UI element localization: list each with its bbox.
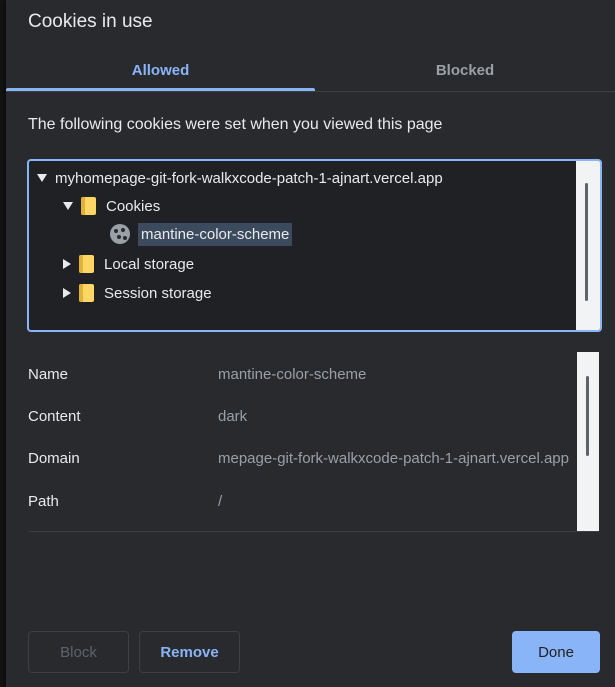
detail-value: / — [218, 493, 223, 510]
cookies-label: Cookies — [106, 197, 161, 215]
site-label: myhomepage-git-fork-walkxcode-patch-1-aj… — [55, 169, 443, 187]
tree-node-site[interactable]: myhomepage-git-fork-walkxcode-patch-1-aj… — [37, 165, 443, 191]
folder-icon — [81, 197, 96, 215]
cookies-dialog: Cookies in use Allowed Blocked The follo… — [6, 0, 615, 687]
folder-icon — [79, 255, 94, 273]
tab-selected-indicator — [6, 88, 315, 91]
local-storage-label: Local storage — [104, 255, 195, 273]
remove-button[interactable]: Remove — [139, 631, 240, 673]
expand-arrow-icon[interactable] — [37, 174, 47, 182]
session-storage-label: Session storage — [104, 284, 212, 302]
tree-node-session-storage[interactable]: Session storage — [63, 280, 212, 306]
tab-blocked[interactable]: Blocked — [315, 50, 615, 90]
collapse-arrow-icon[interactable] — [63, 288, 71, 298]
cookie-icon — [110, 224, 130, 244]
detail-value: mantine-color-scheme — [218, 366, 367, 383]
done-button[interactable]: Done — [512, 631, 600, 673]
cookie-tree[interactable]: myhomepage-git-fork-walkxcode-patch-1-aj… — [27, 159, 602, 332]
detail-row-domain: Domain mepage-git-fork-walkxcode-patch-1… — [28, 450, 578, 470]
tree-node-local-storage[interactable]: Local storage — [63, 251, 194, 277]
block-button[interactable]: Block — [28, 631, 129, 673]
tab-allowed[interactable]: Allowed — [6, 50, 315, 90]
detail-key: Name — [28, 366, 69, 383]
detail-key: Domain — [28, 450, 80, 467]
collapse-arrow-icon[interactable] — [63, 259, 71, 269]
detail-row-name: Name mantine-color-scheme — [28, 366, 578, 386]
detail-row-path: Path / — [28, 493, 578, 513]
detail-value: mepage-git-fork-walkxcode-patch-1-ajnart… — [218, 450, 569, 467]
folder-icon — [79, 284, 94, 302]
details-scrollbar[interactable] — [577, 352, 599, 531]
detail-key: Path — [28, 493, 59, 510]
detail-key: Content — [28, 408, 81, 425]
tree-scrollbar[interactable] — [576, 161, 600, 330]
tab-bar: Allowed Blocked — [6, 50, 615, 92]
tree-node-cookies[interactable]: Cookies — [63, 193, 160, 219]
cookie-item-label: mantine-color-scheme — [138, 222, 293, 246]
tree-scrollbar-thumb[interactable] — [585, 183, 588, 301]
detail-row-content: Content dark — [28, 408, 578, 428]
tree-node-cookie-item[interactable]: mantine-color-scheme — [110, 221, 293, 247]
dialog-description: The following cookies were set when you … — [28, 116, 443, 133]
cookie-details: Name mantine-color-scheme Content dark D… — [28, 352, 599, 532]
detail-value: dark — [218, 408, 248, 425]
details-scrollbar-thumb[interactable] — [586, 376, 589, 456]
expand-arrow-icon[interactable] — [63, 202, 73, 210]
dialog-title: Cookies in use — [28, 11, 153, 32]
